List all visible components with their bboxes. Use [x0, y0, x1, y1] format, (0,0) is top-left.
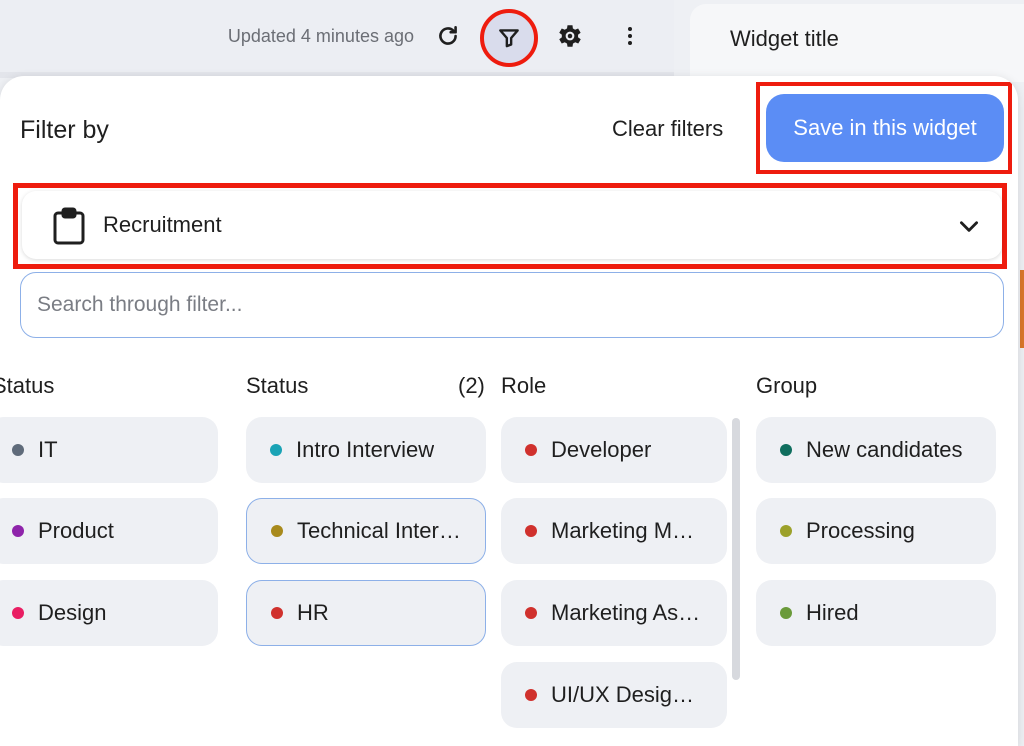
filter-chip[interactable]: Marketing Assistant [501, 580, 727, 646]
column-header-status: Status [0, 373, 55, 398]
filter-icon[interactable] [480, 9, 538, 67]
settings-icon[interactable] [552, 18, 588, 54]
filter-chip[interactable]: UI/UX Designer [501, 662, 727, 728]
chevron-down-icon [956, 213, 982, 239]
filter-chip-label: Marketing Manager [551, 518, 701, 543]
filter-chip-label: New candidates [806, 437, 963, 462]
color-dot [271, 525, 283, 537]
color-dot [780, 607, 792, 619]
save-in-widget-button[interactable]: Save in this widget [766, 94, 1004, 162]
color-dot [12, 525, 24, 537]
color-dot [270, 444, 282, 456]
clipboard-icon [52, 207, 86, 245]
widget-title: Widget title [730, 26, 839, 51]
filter-search-input[interactable] [20, 272, 1004, 338]
filter-chip-label: Processing [806, 518, 915, 543]
top-toolbar: Updated 4 minutes ago [0, 0, 674, 72]
color-dot [525, 607, 537, 619]
filter-chip[interactable]: Technical Interview [246, 498, 486, 564]
column-header-role: Role [501, 373, 547, 398]
filter-chip[interactable]: Marketing Manager [501, 498, 727, 564]
filter-chip-label: Hired [806, 600, 859, 625]
more-vert-icon[interactable] [612, 18, 648, 54]
filter-chip-label: Technical Interview [297, 518, 467, 543]
refresh-icon[interactable] [430, 18, 466, 54]
color-dot [780, 444, 792, 456]
filter-chip-label: UI/UX Designer [551, 682, 701, 707]
dropdown-value: Recruitment [103, 212, 222, 237]
filter-chip[interactable]: Developer [501, 417, 727, 483]
column-header-status-2: Status [246, 373, 309, 398]
filter-chip-label: Marketing Assistant [551, 600, 701, 625]
filter-chip[interactable]: Intro Interview [246, 417, 486, 483]
side-accent-strip [1020, 270, 1024, 348]
role-column-scrollbar[interactable] [732, 418, 740, 680]
filter-chip[interactable]: New candidates [756, 417, 996, 483]
filter-chip[interactable]: Processing [756, 498, 996, 564]
filter-chip[interactable]: Hired [756, 580, 996, 646]
filter-chip[interactable]: HR [246, 580, 486, 646]
filter-chip-label: Design [38, 600, 107, 625]
filter-chip-label: HR [297, 600, 329, 625]
widget-card: Widget title [690, 4, 1024, 82]
filter-chip-label: IT [38, 437, 58, 462]
color-dot [525, 525, 537, 537]
color-dot [525, 689, 537, 701]
selected-count-badge: (2) [458, 373, 485, 398]
color-dot [12, 607, 24, 619]
filter-chip[interactable]: Design [0, 580, 218, 646]
color-dot [780, 525, 792, 537]
last-updated-text: Updated 4 minutes ago [227, 26, 414, 46]
color-dot [525, 444, 537, 456]
filter-panel: Filter by Clear filters Save in this wid… [0, 76, 1018, 746]
filter-chip[interactable]: IT [0, 417, 218, 483]
filter-chip[interactable]: Product [0, 498, 218, 564]
filter-chip-label: Product [38, 518, 114, 543]
category-dropdown[interactable]: Recruitment [22, 191, 1002, 259]
color-dot [12, 444, 24, 456]
column-header-group: Group [756, 373, 818, 398]
color-dot [271, 607, 283, 619]
filter-panel-title: Filter by [20, 116, 109, 144]
clear-filters-button[interactable]: Clear filters [612, 116, 723, 142]
filter-chip-label: Developer [551, 437, 652, 462]
filter-chip-label: Intro Interview [296, 437, 435, 462]
